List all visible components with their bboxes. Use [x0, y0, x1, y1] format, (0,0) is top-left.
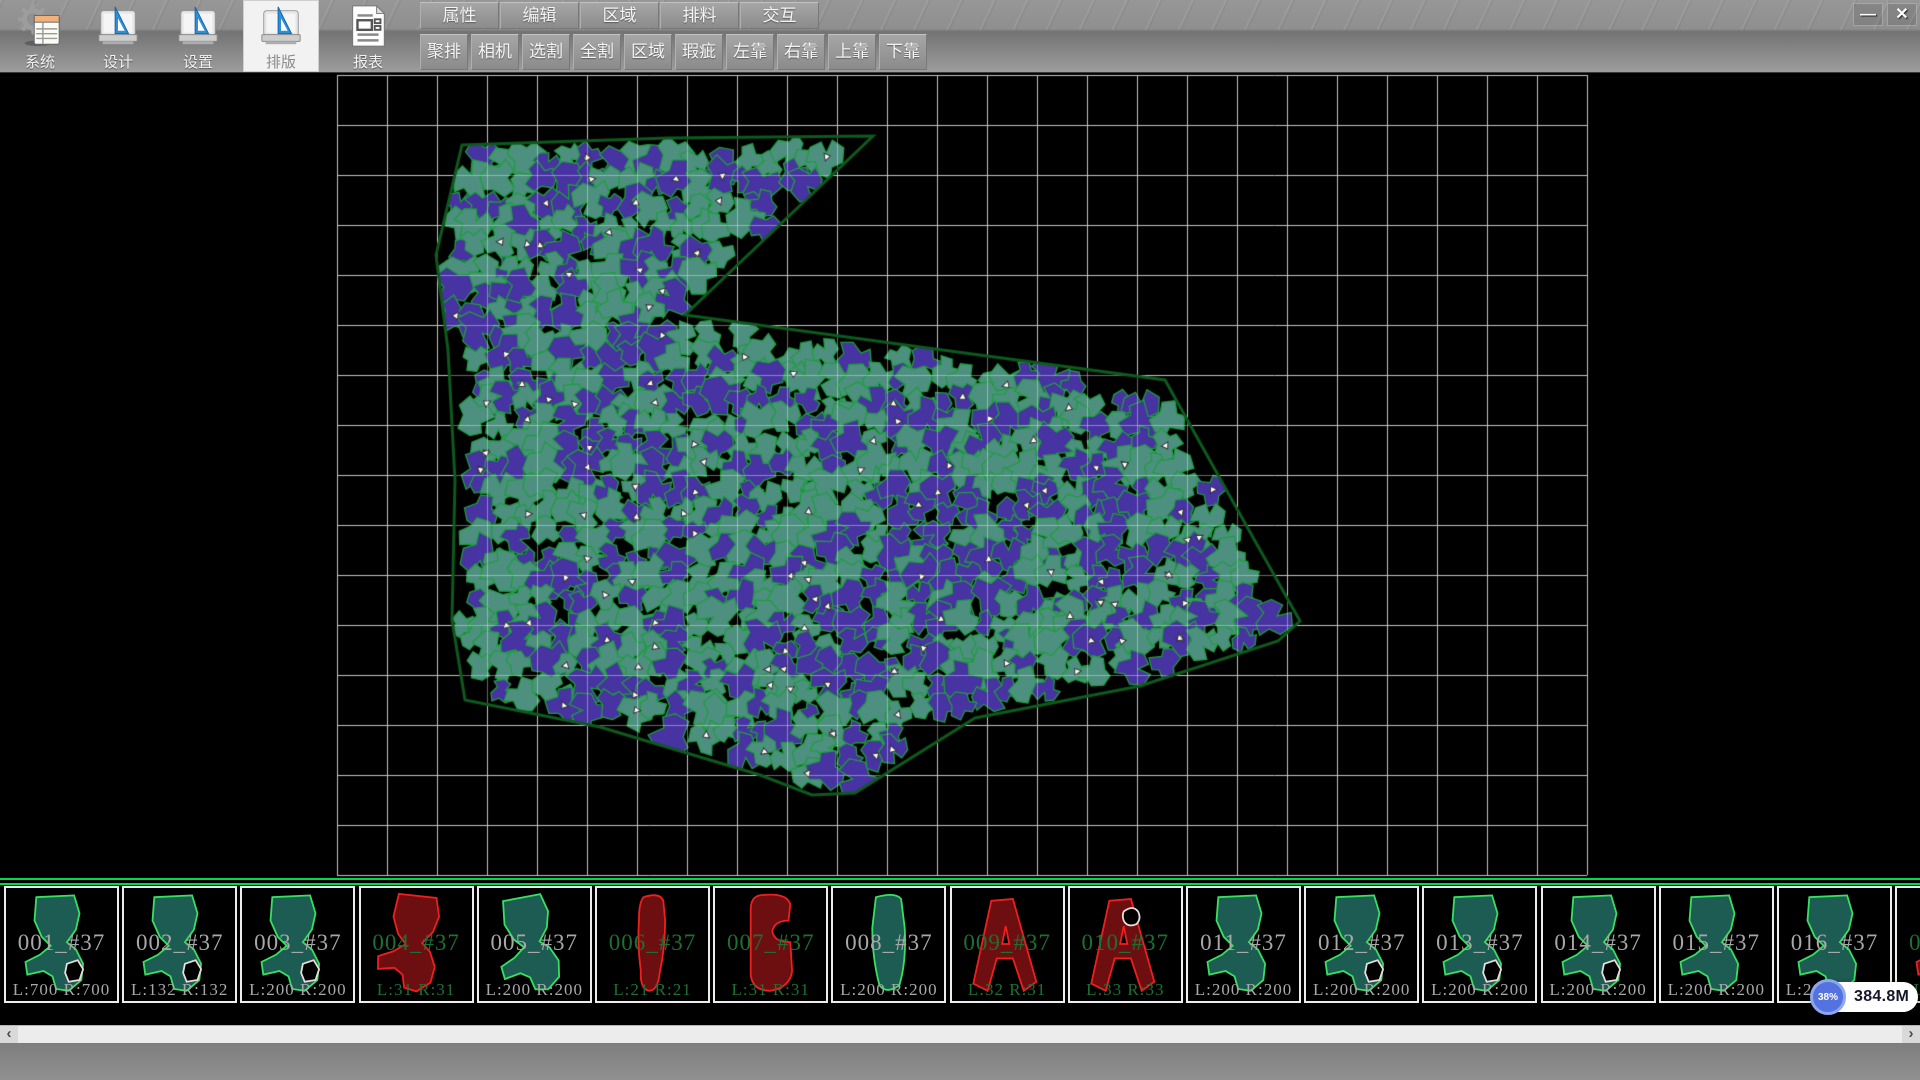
toolbar-button-report[interactable]: 报表	[330, 0, 406, 72]
piece-lr-count-label: L:200 R:200	[1188, 980, 1299, 1000]
close-button[interactable]: ✕	[1887, 3, 1917, 26]
piece-thumbnail-2[interactable]: 002_#37 L:132 R:132	[122, 886, 237, 1003]
piece-name-label: 009_#37	[952, 930, 1063, 956]
piece-name-label: 015_#37	[1661, 930, 1772, 956]
system-icon	[17, 3, 63, 49]
piece-name-label: 002_#37	[124, 930, 235, 956]
piece-thumbnail-1[interactable]: 001_#37 L:700 R:700	[4, 886, 119, 1003]
toolbar-button-design[interactable]: 设计	[80, 0, 156, 72]
menu-button-cut-all[interactable]: 全割	[573, 34, 621, 70]
app-window: 系统设计设置排版报表 属性编辑区域排料交互 聚排相机选割全割区域瑕疵左靠右靠上靠…	[0, 0, 1920, 1080]
piece-name-label: 004_#37	[361, 930, 472, 956]
piece-thumbnail-15[interactable]: 015_#37 L:200 R:200	[1659, 886, 1774, 1003]
menu-button-snap-bottom[interactable]: 下靠	[879, 34, 927, 70]
strip-green-line	[0, 883, 1920, 885]
menu-button-region[interactable]: 区域	[580, 2, 659, 29]
toolbar-button-layout[interactable]: 排版	[243, 0, 319, 72]
piece-thumbnail-4[interactable]: 004_#37 L:31 R:31	[359, 886, 474, 1003]
piece-thumbnail-12[interactable]: 012_#37 L:200 R:200	[1304, 886, 1419, 1003]
menu-button-snap-top[interactable]: 上靠	[828, 34, 876, 70]
layout-icon	[258, 3, 304, 49]
piece-thumbnail-8[interactable]: 008_#37 L:200 R:200	[831, 886, 946, 1003]
strip-green-line	[0, 878, 1920, 880]
piece-name-label: 014_#37	[1543, 930, 1654, 956]
piece-name-label: 013_#37	[1424, 930, 1535, 956]
scroll-right-button[interactable]: ›	[1902, 1026, 1920, 1044]
piece-name-label: 011_#37	[1188, 930, 1299, 956]
piece-thumbnail-9[interactable]: 009_#37 L:32 R:31	[950, 886, 1065, 1003]
piece-name-label: 012_#37	[1306, 930, 1417, 956]
piece-lr-count-label: L:21 R:21	[597, 980, 708, 1000]
piece-name-label: 008_#37	[833, 930, 944, 956]
menu-button-snap-left[interactable]: 左靠	[726, 34, 774, 70]
piece-thumbnail-10[interactable]: 010_#37 L:33 R:33	[1068, 886, 1183, 1003]
menu-button-properties[interactable]: 属性	[420, 2, 499, 29]
piece-thumbnail-3[interactable]: 003_#37 L:200 R:200	[240, 886, 355, 1003]
piece-lr-count-label: L:200 R:200	[1424, 980, 1535, 1000]
settings-icon	[175, 3, 221, 49]
menu-button-defect[interactable]: 瑕疵	[675, 34, 723, 70]
piece-thumbnail-13[interactable]: 013_#37 L:200 R:200	[1422, 886, 1537, 1003]
piece-lr-count-label: L:200 R:200	[1543, 980, 1654, 1000]
progress-percent-label: 38%	[1818, 992, 1838, 1003]
piece-lr-count-label: L:200 R:200	[1661, 980, 1772, 1000]
piece-lr-count-label: L:31 R:31	[361, 980, 472, 1000]
menu-button-cluster-nest[interactable]: 聚排	[420, 34, 468, 70]
piece-thumbnail-7[interactable]: 007_#37 L:31 R:31	[713, 886, 828, 1003]
nesting-workspace-canvas[interactable]	[0, 72, 1920, 878]
toolbar-button-label: 排版	[266, 51, 296, 72]
piece-lr-count-label: L:200 R:200	[833, 980, 944, 1000]
piece-thumbnail-6[interactable]: 006_#37 L:21 R:21	[595, 886, 710, 1003]
toolbar-button-label: 设计	[103, 51, 133, 72]
toolbar-button-settings[interactable]: 设置	[160, 0, 236, 72]
menu-button-nesting[interactable]: 排料	[660, 2, 739, 29]
minimize-button[interactable]: —	[1853, 3, 1883, 26]
piece-lr-count-label: L:31 R:31	[715, 980, 826, 1000]
toolbar-button-system[interactable]: 系统	[2, 0, 78, 72]
report-icon	[345, 3, 391, 49]
piece-name-label: 005_#37	[479, 930, 590, 956]
menu-button-region[interactable]: 区域	[624, 34, 672, 70]
menu-button-interact[interactable]: 交互	[740, 2, 819, 29]
menu-button-camera[interactable]: 相机	[471, 34, 519, 70]
menu-button-edit[interactable]: 编辑	[500, 2, 579, 29]
toolbar-button-label: 设置	[183, 51, 213, 72]
piece-lr-count-label: L:132 R:132	[124, 980, 235, 1000]
piece-thumbnail-14[interactable]: 014_#37 L:200 R:200	[1541, 886, 1656, 1003]
menu-row-1: 属性编辑区域排料交互	[420, 2, 820, 29]
piece-name-label: 006_#37	[597, 930, 708, 956]
piece-lr-count-label: L:32 R:31	[952, 980, 1063, 1000]
piece-thumbnail-5[interactable]: 005_#37 L:200 R:200	[477, 886, 592, 1003]
main-toolbar: 系统设计设置排版报表 属性编辑区域排料交互 聚排相机选割全割区域瑕疵左靠右靠上靠…	[0, 0, 1920, 73]
horizontal-scrollbar[interactable]: ‹ ›	[0, 1025, 1920, 1043]
piece-lr-count-label: L:200 R:200	[242, 980, 353, 1000]
progress-badge: 38% 384.8M	[1812, 982, 1918, 1012]
status-bar	[0, 1043, 1920, 1080]
toolbar-button-label: 系统	[25, 51, 55, 72]
piece-lr-count-label: L:33 R:33	[1070, 980, 1181, 1000]
toolbar-button-label: 报表	[353, 51, 383, 72]
menu-button-snap-right[interactable]: 右靠	[777, 34, 825, 70]
piece-name-label: 001_#37	[6, 930, 117, 956]
piece-lr-count-label: L:200 R:200	[479, 980, 590, 1000]
pieces-thumbnail-strip: 001_#37L:700 R:700002_#37L:132 R:132003_…	[0, 878, 1920, 1025]
memory-usage-label: 384.8M	[1854, 982, 1909, 1012]
piece-thumbnail-11[interactable]: 011_#37 L:200 R:200	[1186, 886, 1301, 1003]
piece-lr-count-label: L:200 R:200	[1306, 980, 1417, 1000]
piece-name-label: 017_#37	[1897, 930, 1920, 956]
design-icon	[95, 3, 141, 49]
piece-name-label: 016_#37	[1779, 930, 1890, 956]
progress-percent-indicator: 38%	[1810, 979, 1846, 1015]
piece-lr-count-label: L:700 R:700	[6, 980, 117, 1000]
piece-name-label: 010_#37	[1070, 930, 1181, 956]
piece-name-label: 003_#37	[242, 930, 353, 956]
scroll-left-button[interactable]: ‹	[0, 1026, 18, 1044]
piece-name-label: 007_#37	[715, 930, 826, 956]
menu-button-select-cut[interactable]: 选割	[522, 34, 570, 70]
menu-row-2: 聚排相机选割全割区域瑕疵左靠右靠上靠下靠	[420, 34, 930, 70]
